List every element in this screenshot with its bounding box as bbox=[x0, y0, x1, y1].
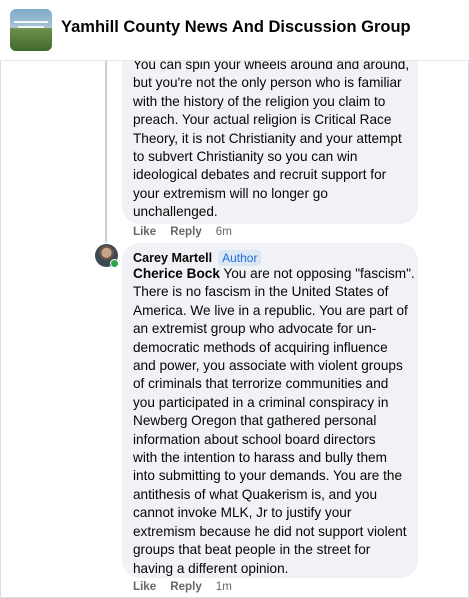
comment-line: into submitting to your demands. You are… bbox=[133, 468, 403, 484]
comment-line: with the history of the religion you cla… bbox=[133, 93, 386, 109]
comment-actions: Like Reply 1m bbox=[133, 580, 232, 593]
comment-line: groups that beat people in the street fo… bbox=[133, 542, 371, 558]
comment-line: with the intention to harass and bully t… bbox=[133, 450, 387, 466]
comment-line: There is no fascism in the United States… bbox=[133, 284, 389, 300]
comment-timestamp[interactable]: 6m bbox=[216, 225, 232, 238]
comment-timestamp[interactable]: 1m bbox=[216, 580, 232, 593]
comment-line: cannot invoke MLK, Jr to justify your bbox=[133, 505, 352, 521]
comment-bubble: Carey Martell Author Cherice Bock You ar… bbox=[122, 243, 418, 578]
comment-line: Theory, it is not Christianity and your … bbox=[133, 130, 402, 146]
comment-line: of criminals that terrorize communities … bbox=[133, 376, 389, 392]
reply-thread-line bbox=[105, 60, 107, 243]
online-status-icon bbox=[110, 259, 119, 268]
author-badge: Author bbox=[218, 250, 262, 266]
reply-button[interactable]: Reply bbox=[170, 580, 202, 593]
comment-line: unchallenged. bbox=[133, 204, 218, 220]
like-button[interactable]: Like bbox=[133, 225, 156, 238]
comment-line-text: You are not opposing "fascism". bbox=[219, 266, 415, 281]
comment-line: ideological debates and recruit support … bbox=[133, 167, 387, 183]
comment-line: antithesis of what Quakerism is, and you bbox=[133, 486, 378, 502]
comment-line: extremism because he did not support vio… bbox=[133, 523, 407, 539]
comment-line: America. We live in a republic. You are … bbox=[133, 302, 408, 318]
comment-text: You can spin your wheels around and arou… bbox=[133, 56, 409, 222]
mention-link[interactable]: Cherice Bock bbox=[133, 266, 220, 281]
group-header: Yamhill County News And Discussion Group bbox=[0, 0, 469, 61]
comment-line: democratic methods of acquiring influenc… bbox=[133, 339, 388, 355]
comment-line: Newberg Oregon that gathered personal bbox=[133, 413, 377, 429]
comment-line: and power, you associate with violent gr… bbox=[133, 358, 403, 374]
comment-actions: Like Reply 6m bbox=[133, 225, 232, 238]
comment-line: to subvert Christianity so you can win bbox=[133, 149, 358, 165]
comment-line: preach. Your actual religion is Critical… bbox=[133, 112, 392, 128]
comment-line: but you're not the only person who is fa… bbox=[133, 75, 402, 91]
group-cover-thumbnail[interactable] bbox=[10, 9, 52, 51]
comment-line: an extremist group who advocate for un- bbox=[133, 321, 377, 337]
comment-text: Cherice Bock You are not opposing "fasci… bbox=[133, 265, 415, 578]
comment-author-name[interactable]: Carey Martell bbox=[133, 251, 212, 265]
comment-line: Cherice Bock You are not opposing "fasci… bbox=[133, 265, 415, 283]
comment-line: information about school board directors bbox=[133, 431, 376, 447]
group-title[interactable]: Yamhill County News And Discussion Group bbox=[61, 18, 411, 37]
reply-button[interactable]: Reply bbox=[170, 225, 202, 238]
comment-line: your extremism will no longer go bbox=[133, 185, 328, 201]
comment-line: you participated in a criminal conspirac… bbox=[133, 394, 389, 410]
comment-line: having a different opinion. bbox=[133, 560, 289, 576]
comment-bubble: You can spin your wheels around and arou… bbox=[122, 36, 418, 224]
like-button[interactable]: Like bbox=[133, 580, 156, 593]
